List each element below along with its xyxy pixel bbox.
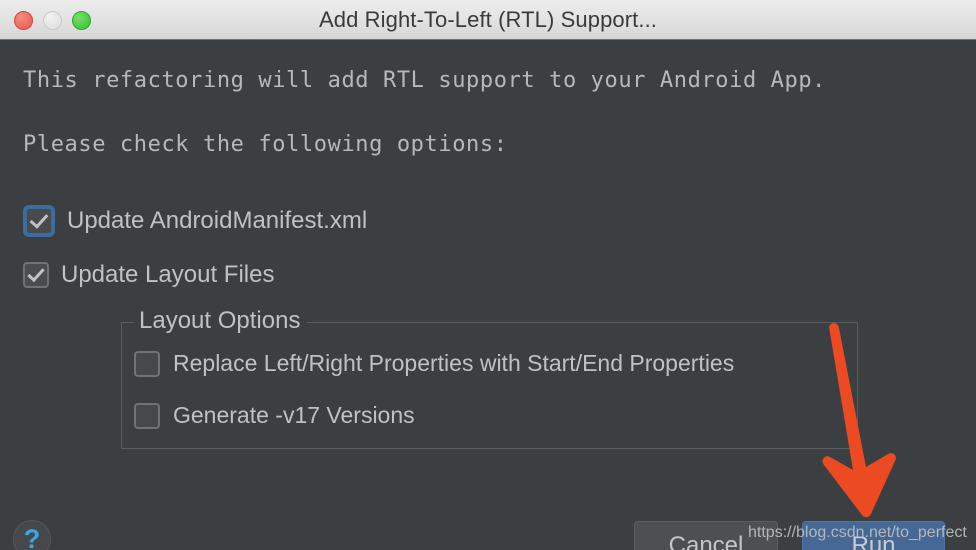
checkbox-replace-left-right-properties[interactable]: Replace Left/Right Properties with Start…	[134, 350, 734, 377]
watermark-text: https://blog.csdn.net/to_perfect	[748, 524, 967, 541]
checkbox-label: Generate -v17 Versions	[173, 402, 415, 428]
checkbox-label: Replace Left/Right Properties with Start…	[173, 350, 735, 376]
checkbox-label: Update AndroidManifest.xml	[67, 207, 368, 234]
checkbox-box-checked[interactable]	[23, 262, 49, 288]
question-mark-icon: ?	[23, 523, 41, 550]
checkbox-box-unchecked[interactable]	[134, 350, 160, 377]
checkbox-update-layout-files[interactable]: Update Layout Files	[23, 261, 274, 289]
description-line-1: This refactoring will add RTL support to…	[23, 68, 827, 93]
help-button[interactable]: ?	[13, 520, 51, 550]
description-line-2: Please check the following options:	[23, 132, 508, 157]
cancel-button-label: Cancel	[668, 531, 744, 550]
checkbox-box-unchecked[interactable]	[134, 402, 160, 429]
checkbox-label: Update Layout Files	[61, 261, 275, 288]
checkbox-update-android-manifest[interactable]: Update AndroidManifest.xml	[23, 205, 367, 237]
checkbox-box-checked-focused[interactable]	[23, 205, 55, 237]
dialog-body: This refactoring will add RTL support to…	[0, 40, 976, 550]
window-title: Add Right-To-Left (RTL) Support...	[318, 7, 658, 32]
layout-options-group-legend: Layout Options	[134, 307, 308, 335]
titlebar: Add Right-To-Left (RTL) Support...	[0, 0, 976, 40]
dialog-window: Add Right-To-Left (RTL) Support... This …	[0, 0, 976, 550]
layout-options-group: Layout Options Replace Left/Right Proper…	[121, 307, 858, 449]
checkmark-icon	[29, 209, 49, 229]
checkbox-generate-v17-versions[interactable]: Generate -v17 Versions	[134, 402, 415, 429]
checkmark-icon	[27, 264, 45, 283]
